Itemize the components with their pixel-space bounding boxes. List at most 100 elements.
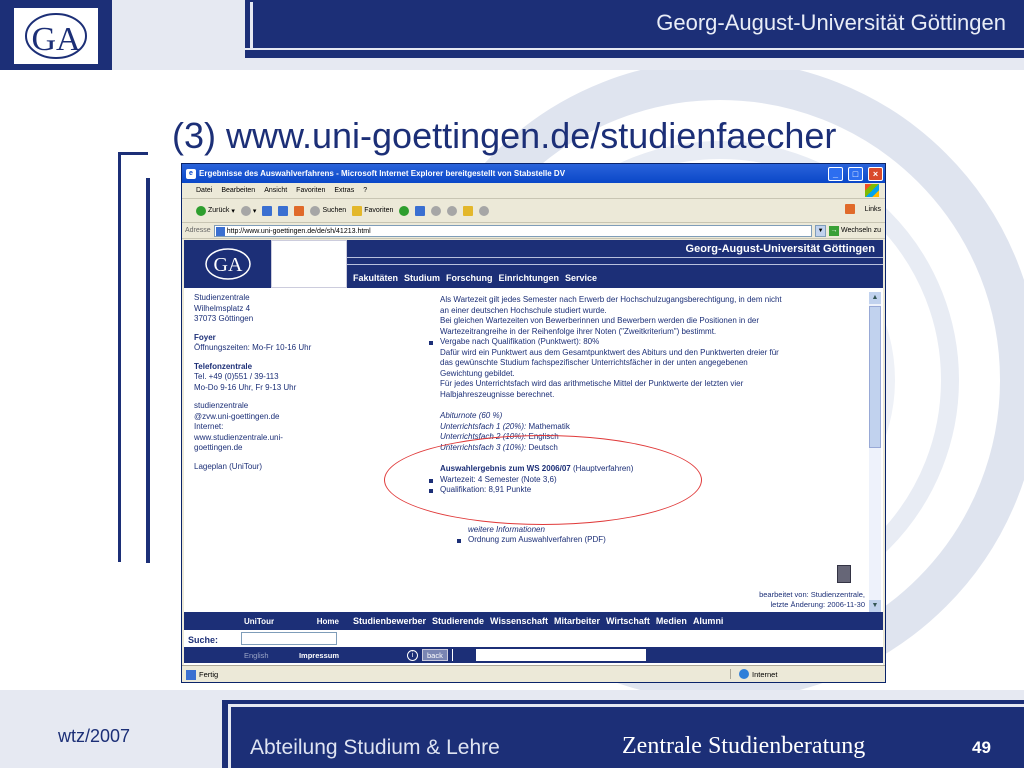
intro-line: Wartezeitrangreihe in der Reihenfolge ih… [440, 326, 717, 336]
nav-studierende[interactable]: Studierende [432, 616, 484, 626]
menu-extras[interactable]: Extras [334, 187, 354, 194]
nav-studienbewerber[interactable]: Studienbewerber [353, 616, 426, 626]
minimize-button[interactable]: _ [828, 166, 843, 181]
media-icon[interactable] [399, 205, 410, 216]
back-button[interactable]: Zurück ▾ [196, 205, 235, 216]
subject-1: Unterrichtsfach 1 (20%): Mathematik [440, 421, 570, 431]
search-label: Suche: [188, 635, 219, 645]
footer-author: wtz/2007 [58, 726, 131, 746]
nav-fakultaeten[interactable]: Fakultäten [353, 273, 398, 283]
unitour-link[interactable]: UniTour [244, 617, 274, 626]
site-footer: UniTour Home Studienbewerber Studierende… [184, 612, 883, 665]
search-button[interactable]: Suchen [310, 205, 346, 216]
qualification-line: Dafür wird ein Punktwert aus dem Gesamtp… [440, 347, 779, 357]
back-label: Zurück [208, 207, 230, 214]
nav-wirtschaft[interactable]: Wirtschaft [606, 616, 650, 626]
qualification-line: Gewichtung gebildet. [440, 368, 515, 378]
history-icon[interactable] [415, 205, 426, 216]
nav-alumni[interactable]: Alumni [693, 616, 724, 626]
menu-ansicht[interactable]: Ansicht [264, 187, 287, 194]
svg-text:GA: GA [213, 254, 242, 276]
address-line: Studienzentrale [194, 293, 250, 302]
phone-heading: Telefonzentrale [194, 361, 253, 371]
close-button[interactable]: × [868, 166, 883, 181]
star-icon [352, 205, 363, 216]
forward-arrow-icon [240, 205, 251, 216]
status-text: Fertig [199, 670, 219, 679]
foyer-hours: Öffnungszeiten: Mo-Fr 10-16 Uhr [194, 343, 312, 352]
english-link[interactable]: English [244, 651, 269, 660]
page-status-icon [186, 669, 196, 680]
footer-input[interactable] [475, 649, 646, 661]
messenger-icon[interactable] [479, 205, 490, 216]
footer-unit: Zentrale Studienberatung [622, 733, 866, 759]
ie-icon: e [186, 168, 196, 179]
toolbar-extension-icon[interactable] [844, 204, 855, 214]
forward-button[interactable]: ▾ [240, 205, 256, 216]
intro-line: Als Wartezeit gilt jedes Semester nach E… [440, 295, 782, 304]
windows-logo-icon [865, 184, 879, 197]
printer-icon[interactable] [837, 565, 851, 583]
nav-einrichtungen[interactable]: Einrichtungen [499, 273, 560, 283]
last-change: letzte Änderung: 2006-11-30 [770, 600, 865, 609]
qualification-line: das gewünschte Studium fachspezifischer … [440, 358, 748, 367]
nav-wissenschaft[interactable]: Wissenschaft [490, 616, 548, 626]
menu-datei[interactable]: Datei [196, 187, 212, 194]
back-link[interactable]: back [422, 649, 448, 661]
nav-medien[interactable]: Medien [656, 616, 687, 626]
folder-icon[interactable] [463, 205, 474, 216]
browser-menubar: Datei Bearbeiten Ansicht Favoriten Extra… [182, 183, 885, 199]
scroll-down-icon[interactable]: ▼ [869, 600, 881, 612]
zone-label: Internet [752, 669, 778, 679]
order-pdf-link[interactable]: Ordnung zum Auswahlverfahren (PDF) [457, 535, 860, 546]
decorative-bracket [118, 152, 148, 562]
nav-studium[interactable]: Studium [404, 273, 440, 283]
address-dropdown-icon[interactable]: ▼ [815, 224, 827, 237]
nav-forschung[interactable]: Forschung [446, 273, 493, 283]
home-link[interactable]: Home [317, 617, 339, 626]
print-icon[interactable] [447, 205, 458, 216]
address-input[interactable]: http://www.uni-goettingen.de/de/sh/41213… [213, 224, 813, 237]
email-link[interactable]: studienzentrale [194, 401, 354, 412]
mail-icon[interactable] [431, 205, 442, 216]
maximize-button[interactable]: □ [848, 166, 863, 181]
nav-service[interactable]: Service [565, 273, 597, 283]
scroll-thumb[interactable] [869, 306, 881, 448]
toolbar-right: Links [844, 204, 881, 214]
website-link[interactable]: goettingen.de [194, 443, 354, 454]
header-university-name: Georg-August-Universität Göttingen [656, 10, 1006, 35]
search-input[interactable] [241, 632, 337, 645]
site-logo[interactable]: GA [184, 240, 271, 288]
footer-nav: Studienbewerber Studierende Wissenschaft… [347, 612, 883, 630]
status-bar: Fertig Internet [182, 665, 885, 682]
links-button[interactable]: Links [865, 206, 881, 213]
address-line: 37073 Göttingen [194, 314, 254, 323]
menu-favoriten[interactable]: Favoriten [296, 187, 325, 194]
scrollbar[interactable]: ▲ ▼ [869, 292, 881, 612]
scroll-up-icon[interactable]: ▲ [869, 292, 881, 304]
svg-text:GA: GA [31, 21, 81, 58]
intro-line: an einer deutschen Hochschule studiert w… [440, 305, 607, 315]
highlight-ellipse [384, 435, 702, 525]
page-icon [215, 226, 225, 236]
refresh-icon[interactable] [278, 205, 289, 216]
browser-window: e Ergebnisse des Auswahlverfahrens - Mic… [181, 163, 886, 683]
menu-bearbeiten[interactable]: Bearbeiten [221, 187, 255, 194]
impressum-link[interactable]: Impressum [299, 651, 339, 660]
abinote: Abiturnote (60 %) [440, 411, 503, 420]
website-link[interactable]: www.studienzentrale.uni- [194, 433, 354, 444]
internet-label: Internet: [194, 422, 224, 431]
nav-mitarbeiter[interactable]: Mitarbeiter [554, 616, 600, 626]
header-blue-line [245, 50, 1024, 58]
email-link[interactable]: @zvw.uni-goettingen.de [194, 412, 354, 423]
footer-right-bottom: i back [347, 647, 883, 663]
favorites-button[interactable]: Favoriten [352, 205, 393, 216]
go-button[interactable]: → Wechseln zu [829, 225, 885, 236]
site-title: Georg-August-Universität Göttingen [685, 243, 875, 255]
lageplan-link[interactable]: Lageplan (UniTour) [194, 462, 354, 473]
menu-help[interactable]: ? [363, 187, 367, 194]
home-icon[interactable] [294, 205, 305, 216]
stop-icon[interactable] [262, 205, 273, 216]
info-icon[interactable]: i [407, 649, 418, 661]
edited-by: bearbeitet von: Studienzentrale, [759, 590, 865, 599]
